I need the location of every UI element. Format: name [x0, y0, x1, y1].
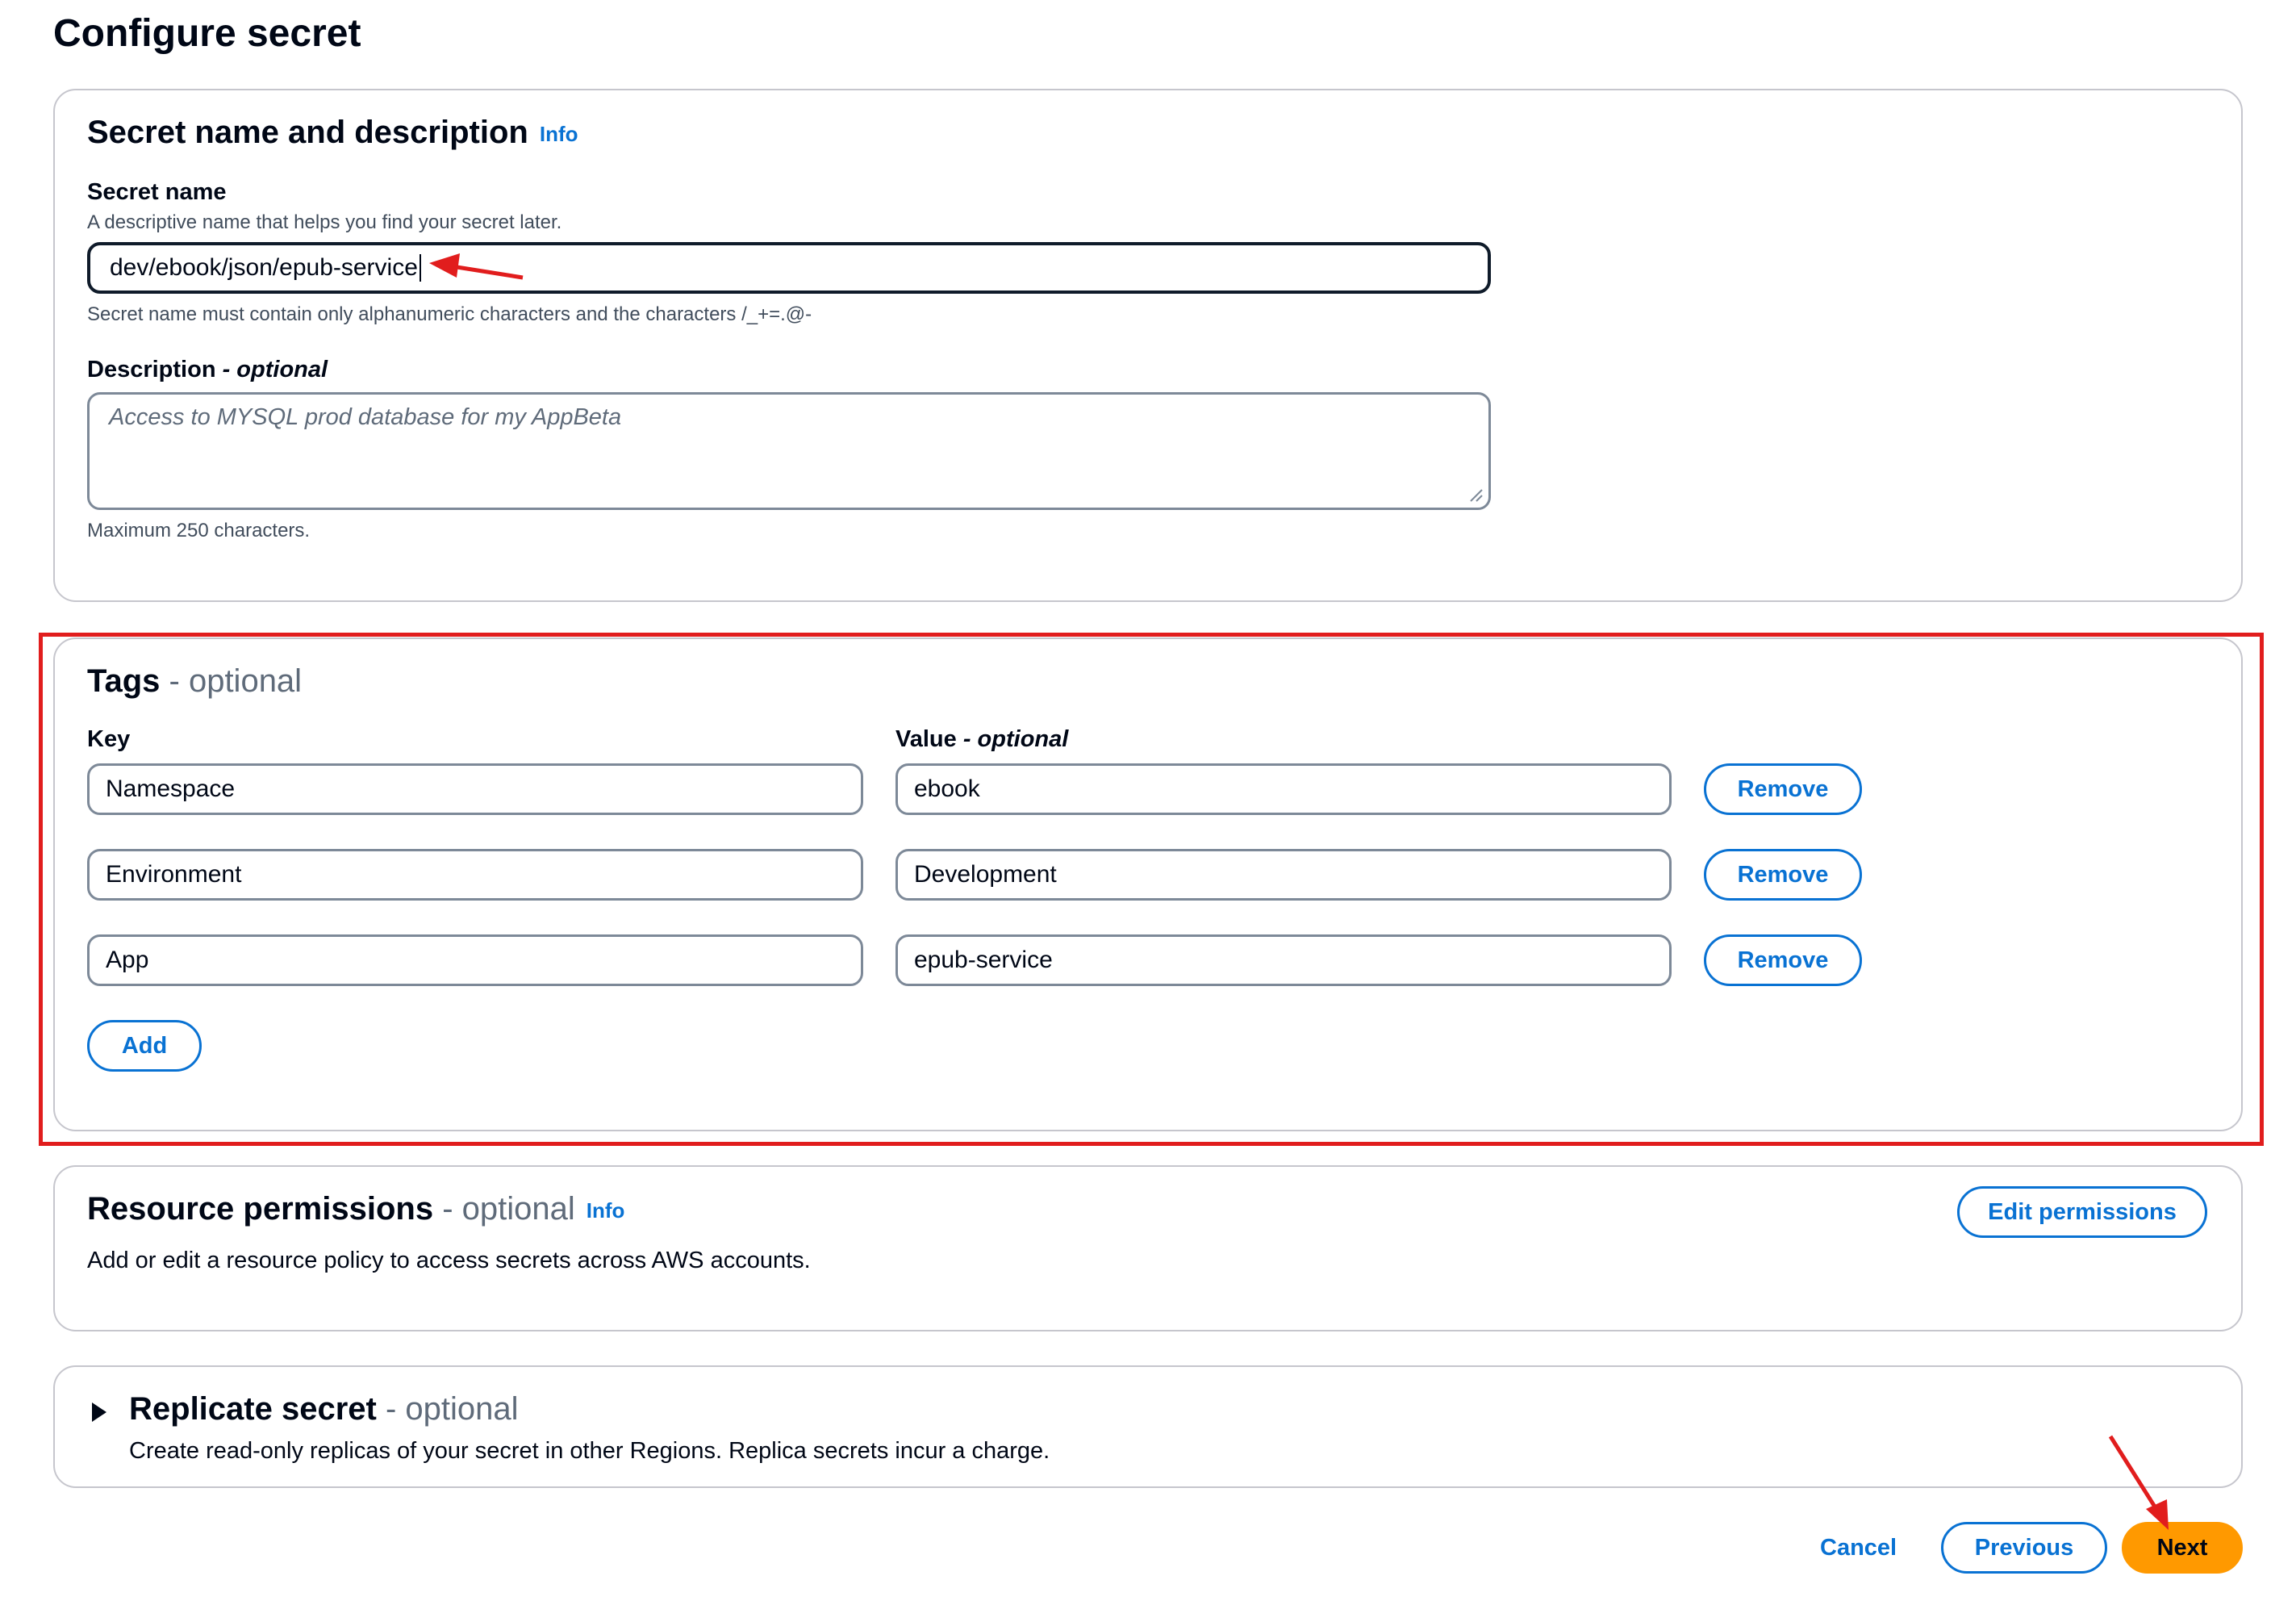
secret-section-title: Secret name and description [87, 115, 528, 150]
secret-name-constraint: Secret name must contain only alphanumer… [87, 303, 812, 325]
description-label: Description - optional [87, 357, 328, 383]
description-optional: - optional [222, 357, 328, 382]
secret-name-help: A descriptive name that helps you find y… [87, 211, 562, 233]
text-cursor [419, 254, 421, 282]
secret-info-link[interactable]: Info [540, 122, 578, 146]
permissions-title: Resource permissions [87, 1191, 434, 1227]
cancel-button[interactable]: Cancel [1820, 1535, 1897, 1561]
edit-permissions-button[interactable]: Edit permissions [1957, 1186, 2207, 1238]
replicate-heading[interactable]: Replicate secret - optional [129, 1391, 519, 1428]
page-title: Configure secret [53, 12, 361, 55]
previous-button[interactable]: Previous [1941, 1522, 2107, 1574]
secret-name-input[interactable]: dev/ebook/json/epub-service [87, 242, 1491, 294]
description-textarea[interactable]: Access to MYSQL prod database for my App… [87, 392, 1491, 510]
resize-grip-icon[interactable] [1469, 488, 1484, 503]
replicate-description: Create read-only replicas of your secret… [129, 1438, 1050, 1464]
permissions-info-link[interactable]: Info [587, 1198, 625, 1223]
tags-annotation-box [39, 633, 2264, 1146]
secret-name-label: Secret name [87, 179, 227, 205]
replicate-title: Replicate secret [129, 1391, 377, 1427]
secret-section-heading: Secret name and description Info [87, 115, 578, 151]
permissions-heading: Resource permissions - optional Info [87, 1191, 624, 1227]
description-max-hint: Maximum 250 characters. [87, 520, 311, 541]
next-button[interactable]: Next [2122, 1522, 2243, 1574]
secret-name-panel [53, 89, 2243, 602]
permissions-optional: - optional [442, 1191, 575, 1227]
description-placeholder: Access to MYSQL prod database for my App… [109, 404, 622, 430]
description-label-text: Description [87, 357, 216, 382]
secret-name-value: dev/ebook/json/epub-service [110, 254, 418, 281]
replicate-optional: - optional [385, 1391, 519, 1427]
expand-caret-icon[interactable] [92, 1402, 106, 1422]
permissions-description: Add or edit a resource policy to access … [87, 1248, 811, 1273]
